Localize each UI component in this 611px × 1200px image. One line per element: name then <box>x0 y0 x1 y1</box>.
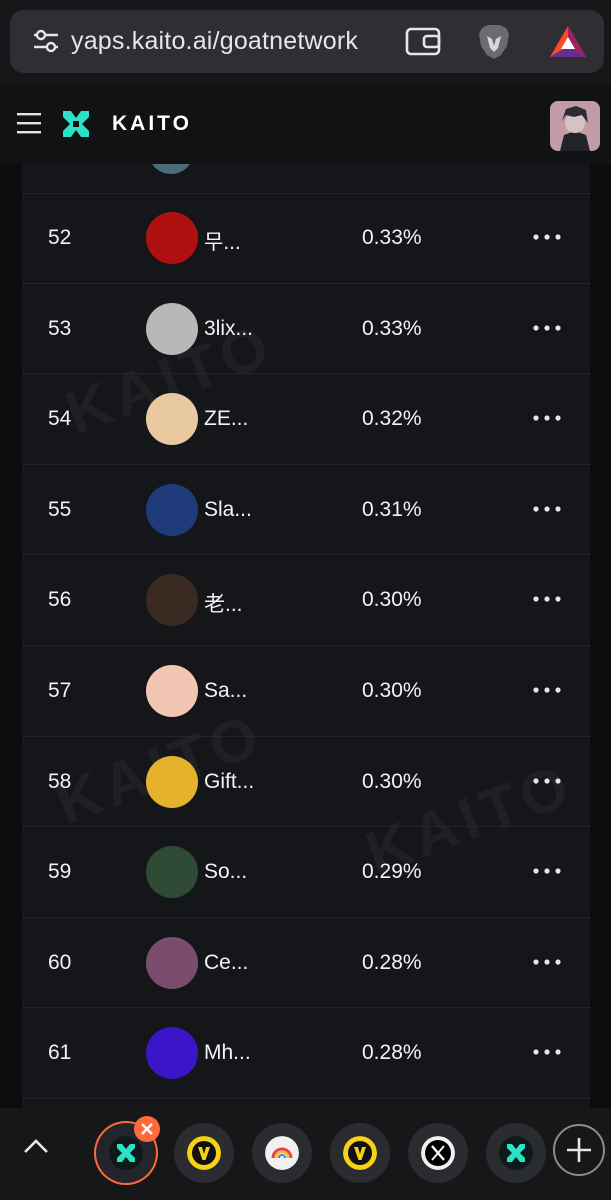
table-row[interactable]: 55 Sla... 0.31% <box>22 465 590 556</box>
close-tab-button[interactable] <box>134 1116 160 1142</box>
brave-lion-icon[interactable] <box>474 22 514 62</box>
avatar[interactable] <box>146 755 198 808</box>
avatar[interactable] <box>146 483 198 536</box>
tab-chrome-web[interactable] <box>252 1123 312 1183</box>
bat-rewards-icon[interactable] <box>548 24 588 60</box>
username[interactable]: Sla... <box>204 498 252 522</box>
rank: 60 <box>48 950 72 974</box>
avatar[interactable] <box>146 1027 198 1080</box>
table-row[interactable]: 60 Ce... 0.28% <box>22 918 590 1009</box>
tab-kaito[interactable] <box>486 1123 546 1183</box>
more-options-icon[interactable] <box>530 859 564 883</box>
table-row-partial[interactable] <box>22 164 590 194</box>
mindshare-value: 0.28% <box>362 1041 422 1065</box>
rank: 52 <box>48 226 72 249</box>
username[interactable]: 무... <box>204 226 241 256</box>
more-options-icon[interactable] <box>530 678 564 702</box>
avatar[interactable] <box>146 574 198 627</box>
mindshare-value: 0.33% <box>362 316 422 340</box>
table-row[interactable]: 57 Sa... 0.30% <box>22 646 590 737</box>
chrome-web-icon <box>265 1136 299 1170</box>
close-icon <box>141 1123 153 1135</box>
leaderboard: KAITO KAITO KAITO 52 무... 0.33% 53 3lix.… <box>22 164 590 1108</box>
rank: 56 <box>48 588 72 612</box>
avatar[interactable] <box>146 936 198 989</box>
new-tab-button[interactable] <box>553 1124 605 1176</box>
app-header: KAITO <box>0 84 611 164</box>
mindshare-value: 0.30% <box>362 678 422 702</box>
x-icon <box>421 1136 455 1170</box>
v-logo-icon <box>187 1136 221 1170</box>
kaito-logo-icon[interactable] <box>61 109 91 139</box>
brand-name[interactable]: KAITO <box>112 112 192 136</box>
username[interactable]: Sa... <box>204 679 247 703</box>
mindshare-value: 0.30% <box>362 769 422 793</box>
mindshare-value: 0.33% <box>362 226 422 249</box>
username[interactable]: 老... <box>204 588 243 618</box>
tab-strip <box>0 1108 611 1200</box>
table-row[interactable]: 56 老... 0.30% <box>22 555 590 646</box>
mindshare-value: 0.31% <box>362 497 422 521</box>
username[interactable]: ZE... <box>204 407 248 431</box>
table-row[interactable]: 52 무... 0.33% <box>22 193 590 284</box>
avatar[interactable] <box>146 393 198 446</box>
mindshare-value: 0.29% <box>362 860 422 884</box>
avatar[interactable] <box>146 302 198 355</box>
v-logo-icon <box>343 1136 377 1170</box>
more-options-icon[interactable] <box>530 225 564 249</box>
avatar[interactable] <box>146 664 198 717</box>
username[interactable]: 3lix... <box>204 317 253 341</box>
url-text[interactable]: yaps.kaito.ai/goatnetwork <box>71 27 358 56</box>
kaito-icon <box>109 1136 143 1170</box>
username[interactable]: Gift... <box>204 770 254 794</box>
kaito-icon <box>499 1136 533 1170</box>
wallet-icon[interactable] <box>404 23 442 59</box>
address-bar[interactable]: yaps.kaito.ai/goatnetwork <box>10 10 604 73</box>
table-row[interactable]: 53 3lix... 0.33% <box>22 284 590 375</box>
more-options-icon[interactable] <box>530 406 564 430</box>
profile-avatar[interactable] <box>550 101 600 151</box>
mindshare-value: 0.32% <box>362 407 422 431</box>
table-row[interactable]: 61 Mh... 0.28% <box>22 1008 590 1099</box>
avatar <box>148 164 194 174</box>
chevron-up-icon[interactable] <box>22 1136 50 1156</box>
tune-icon[interactable] <box>32 27 60 55</box>
rank: 54 <box>48 407 72 431</box>
more-options-icon[interactable] <box>530 950 564 974</box>
rank: 59 <box>48 860 72 884</box>
avatar[interactable] <box>146 846 198 899</box>
mindshare-value: 0.28% <box>362 950 422 974</box>
username[interactable]: So... <box>204 860 247 884</box>
plus-icon <box>567 1138 591 1162</box>
more-options-icon[interactable] <box>530 1040 564 1064</box>
browser-toolbar: yaps.kaito.ai/goatnetwork <box>0 0 611 84</box>
rank: 58 <box>48 769 72 793</box>
username[interactable]: Ce... <box>204 951 248 975</box>
mindshare-value: 0.30% <box>362 588 422 612</box>
table-row[interactable]: 58 Gift... 0.30% <box>22 737 590 828</box>
menu-icon[interactable] <box>17 112 41 134</box>
more-options-icon[interactable] <box>530 497 564 521</box>
table-row[interactable]: 54 ZE... 0.32% <box>22 374 590 465</box>
tab-v-logo[interactable] <box>174 1123 234 1183</box>
rank: 57 <box>48 678 72 702</box>
avatar[interactable] <box>146 212 198 264</box>
table-row[interactable]: 59 So... 0.29% <box>22 827 590 918</box>
more-options-icon[interactable] <box>530 316 564 340</box>
more-options-icon[interactable] <box>530 587 564 611</box>
rank: 55 <box>48 497 72 521</box>
rank: 53 <box>48 316 72 340</box>
tab-x[interactable] <box>408 1123 468 1183</box>
rank: 61 <box>48 1041 72 1065</box>
username[interactable]: Mh... <box>204 1041 251 1065</box>
more-options-icon[interactable] <box>530 769 564 793</box>
tab-v-logo[interactable] <box>330 1123 390 1183</box>
